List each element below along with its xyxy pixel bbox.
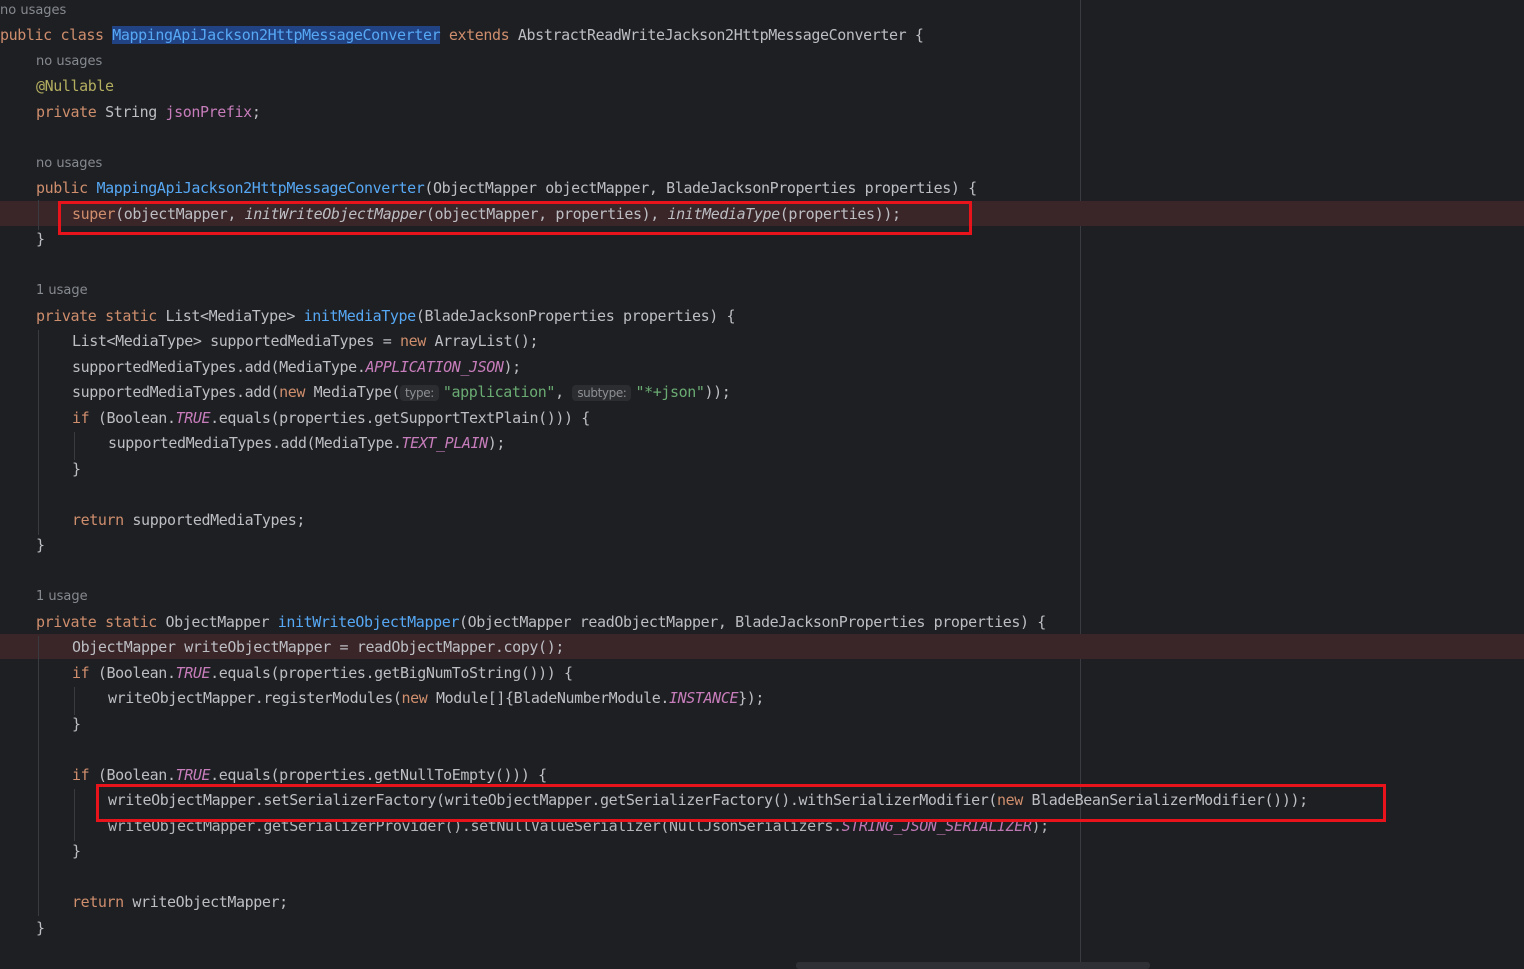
parameter-hint: type: bbox=[400, 385, 439, 401]
code-text: supportedMediaTypes.add( bbox=[72, 383, 280, 401]
code-text: , bbox=[555, 383, 573, 401]
code-text: }); bbox=[738, 689, 764, 707]
code-line[interactable]: } bbox=[36, 916, 1524, 940]
string-literal: "application" bbox=[442, 383, 556, 401]
code-text: (ObjectMapper objectMapper, BladeJackson… bbox=[424, 179, 977, 197]
indent-guide bbox=[38, 200, 39, 230]
class-name[interactable]: MappingApiJackson2HttpMessageConverter bbox=[112, 26, 441, 44]
code-line[interactable]: writeObjectMapper.registerModules(new Mo… bbox=[108, 686, 1524, 710]
horizontal-scrollbar[interactable] bbox=[796, 962, 1150, 969]
code-text: ; bbox=[251, 103, 261, 121]
keyword: if bbox=[72, 664, 90, 682]
code-line[interactable]: private String jsonPrefix; bbox=[36, 100, 1524, 124]
code-text: MediaType( bbox=[305, 383, 401, 401]
constant: TEXT_PLAIN bbox=[401, 434, 488, 452]
code-editor[interactable]: no usages public class MappingApiJackson… bbox=[0, 0, 1524, 969]
usages-hint[interactable]: 1 usage bbox=[36, 282, 88, 300]
code-text: (ObjectMapper readObjectMapper, BladeJac… bbox=[458, 613, 1046, 631]
code-line[interactable]: @Nullable bbox=[36, 74, 1524, 98]
indent-guide bbox=[74, 687, 75, 715]
code-line[interactable]: List<MediaType> supportedMediaTypes = ne… bbox=[72, 329, 1524, 353]
code-line[interactable]: } bbox=[72, 712, 1524, 736]
keyword: private bbox=[36, 103, 97, 121]
code-text: ); bbox=[503, 358, 522, 376]
code-line[interactable]: } bbox=[72, 457, 1524, 481]
keyword: new bbox=[399, 332, 426, 350]
code-line[interactable]: ObjectMapper writeObjectMapper = readObj… bbox=[72, 635, 1524, 659]
constant: TRUE bbox=[175, 409, 211, 427]
code-text: (Boolean. bbox=[89, 664, 176, 682]
keyword: public bbox=[0, 26, 52, 44]
usages-hint[interactable]: no usages bbox=[0, 2, 66, 20]
code-text: (Boolean. bbox=[89, 409, 176, 427]
keyword: new bbox=[279, 383, 306, 401]
code-text: .equals(properties.getBigNumToString()))… bbox=[210, 664, 573, 682]
code-line[interactable]: if (Boolean.TRUE.equals(properties.getSu… bbox=[72, 406, 1524, 430]
keyword: static bbox=[105, 613, 157, 631]
keyword: static bbox=[105, 307, 157, 325]
type-name: String bbox=[105, 103, 157, 121]
usages-hint[interactable]: no usages bbox=[36, 155, 102, 173]
code-line[interactable]: public class MappingApiJackson2HttpMessa… bbox=[0, 23, 1524, 47]
method-name: initMediaType bbox=[303, 307, 417, 325]
code-line[interactable]: supportedMediaTypes.add(MediaType.TEXT_P… bbox=[108, 431, 1524, 455]
keyword: extends bbox=[448, 26, 510, 44]
code-text: supportedMediaTypes.add(MediaType. bbox=[108, 434, 402, 452]
highlight-box bbox=[96, 784, 1386, 822]
keyword: return bbox=[72, 893, 124, 911]
code-line[interactable]: supportedMediaTypes.add(new MediaType(ty… bbox=[72, 380, 1524, 404]
keyword: new bbox=[401, 689, 428, 707]
highlight-box bbox=[58, 201, 972, 235]
keyword: if bbox=[72, 766, 90, 784]
type-name: List<MediaType> bbox=[165, 307, 296, 325]
code-line[interactable]: return supportedMediaTypes; bbox=[72, 508, 1524, 532]
code-text: supportedMediaTypes.add(MediaType. bbox=[72, 358, 366, 376]
code-line[interactable]: public MappingApiJackson2HttpMessageConv… bbox=[36, 176, 1524, 200]
code-text: .equals(properties.getSupportTextPlain()… bbox=[210, 409, 590, 427]
code-line[interactable]: } bbox=[72, 839, 1524, 863]
constant: APPLICATION_JSON bbox=[365, 358, 504, 376]
keyword: class bbox=[60, 26, 104, 44]
keyword: public bbox=[36, 179, 88, 197]
code-text: Module[]{BladeNumberModule. bbox=[427, 689, 670, 707]
type-name: ObjectMapper bbox=[165, 613, 270, 631]
indent-guide bbox=[38, 636, 39, 916]
field-name: jsonPrefix bbox=[165, 103, 253, 121]
parameter-hint: subtype: bbox=[572, 385, 632, 401]
usages-hint[interactable]: 1 usage bbox=[36, 588, 88, 606]
code-text: AbstractReadWriteJackson2HttpMessageConv… bbox=[517, 26, 924, 44]
code-text: ); bbox=[487, 434, 506, 452]
indent-guide bbox=[38, 330, 39, 535]
code-text: writeObjectMapper.registerModules( bbox=[108, 689, 402, 707]
method-name: initWriteObjectMapper bbox=[277, 613, 460, 631]
indent-guide bbox=[74, 432, 75, 460]
code-text: )); bbox=[704, 383, 731, 401]
annotation: @Nullable bbox=[36, 77, 114, 95]
code-text: (BladeJacksonProperties properties) { bbox=[415, 307, 736, 325]
constant: TRUE bbox=[175, 766, 211, 784]
constant: INSTANCE bbox=[669, 689, 739, 707]
constant: TRUE bbox=[175, 664, 211, 682]
code-text: .equals(properties.getNullToEmpty())) { bbox=[210, 766, 547, 784]
string-literal: "*+json" bbox=[635, 383, 705, 401]
keyword: private bbox=[36, 307, 97, 325]
indent-guide bbox=[74, 789, 75, 841]
code-line[interactable]: private static List<MediaType> initMedia… bbox=[36, 304, 1524, 328]
code-text: supportedMediaTypes; bbox=[123, 511, 306, 529]
keyword: private bbox=[36, 613, 97, 631]
code-text: ArrayList(); bbox=[425, 332, 539, 350]
code-line[interactable]: return writeObjectMapper; bbox=[72, 890, 1524, 914]
code-text: (Boolean. bbox=[89, 766, 176, 784]
code-line[interactable]: } bbox=[36, 533, 1524, 557]
code-line[interactable]: supportedMediaTypes.add(MediaType.APPLIC… bbox=[72, 355, 1524, 379]
usages-hint[interactable]: no usages bbox=[36, 53, 102, 71]
method-name: MappingApiJackson2HttpMessageConverter bbox=[96, 179, 425, 197]
code-line[interactable]: private static ObjectMapper initWriteObj… bbox=[36, 610, 1524, 634]
keyword: return bbox=[72, 511, 124, 529]
code-text: List<MediaType> supportedMediaTypes = bbox=[72, 332, 400, 350]
code-text: writeObjectMapper; bbox=[123, 893, 288, 911]
code-line[interactable]: if (Boolean.TRUE.equals(properties.getBi… bbox=[72, 661, 1524, 685]
keyword: if bbox=[72, 409, 90, 427]
